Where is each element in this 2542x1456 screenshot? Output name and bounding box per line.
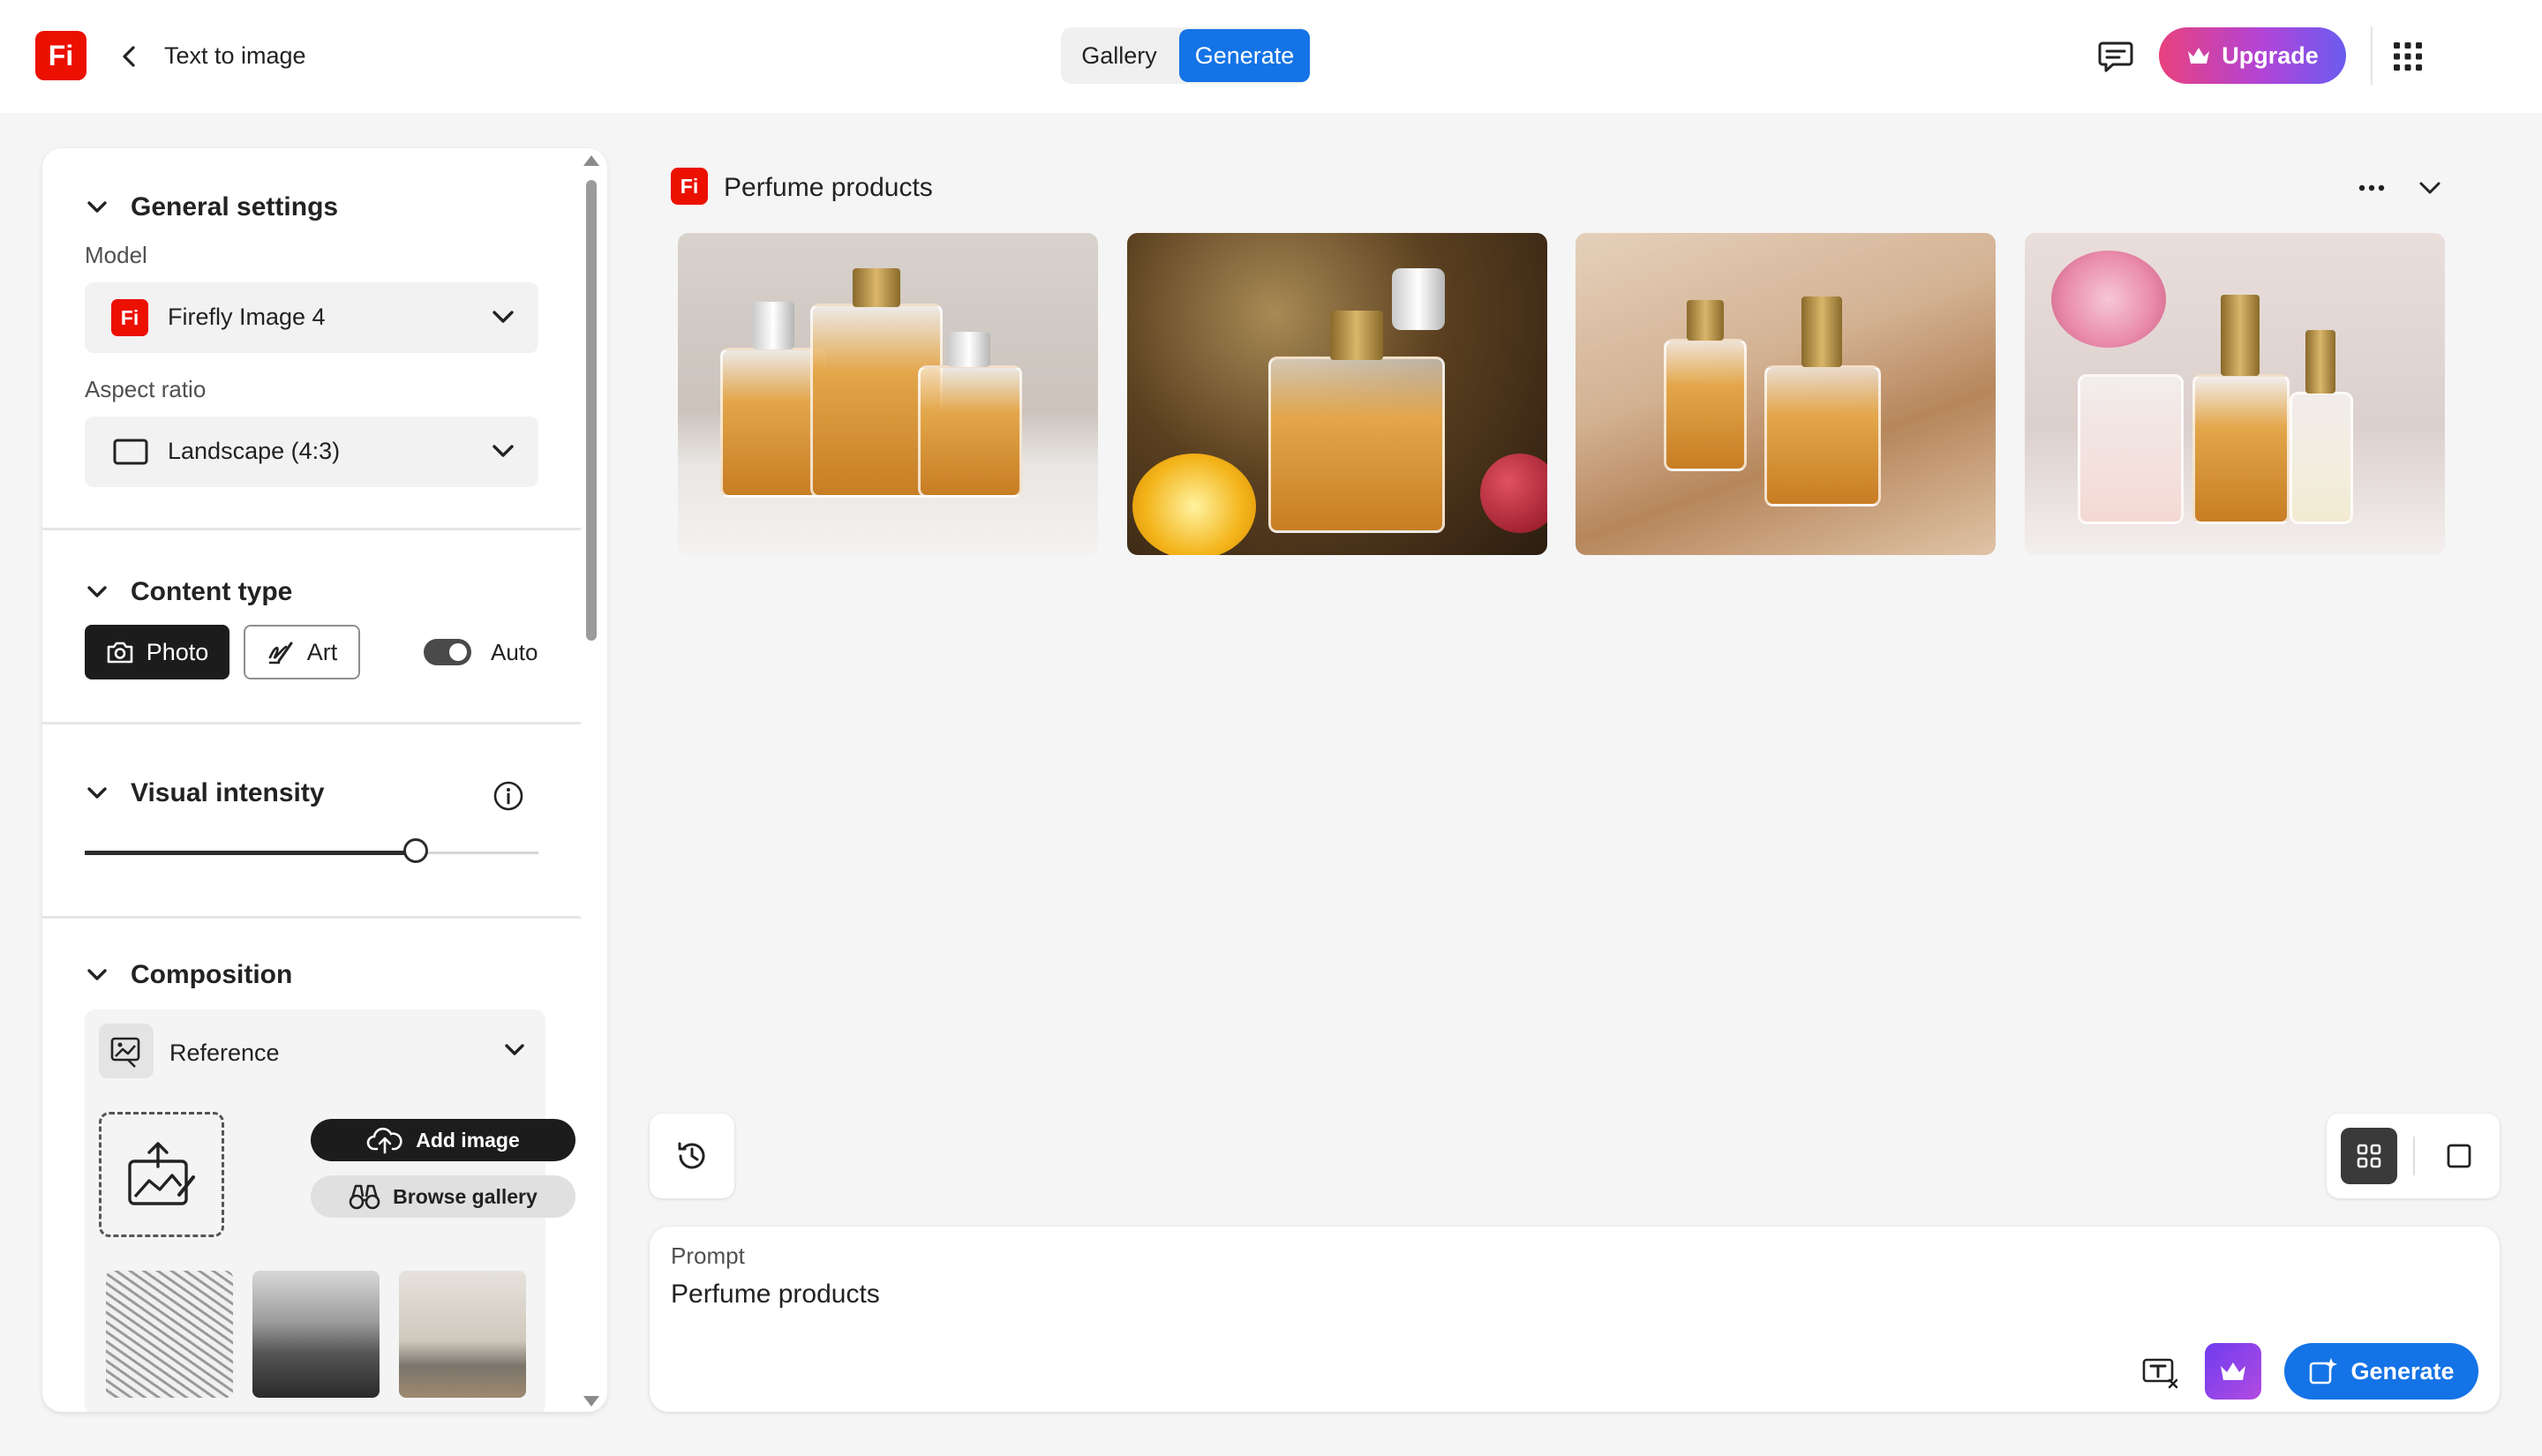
mode-toggle: Gallery Generate: [1061, 27, 1310, 84]
browse-gallery-button[interactable]: Browse gallery: [311, 1175, 575, 1218]
chevron-down-icon[interactable]: [503, 1039, 526, 1061]
top-bar: Fi Text to image Gallery Generate Upgrad…: [0, 0, 2542, 113]
premium-button[interactable]: [2205, 1343, 2261, 1400]
general-settings-header[interactable]: General settings: [86, 192, 338, 222]
aspect-ratio-dropdown[interactable]: Landscape (4:3): [85, 417, 538, 487]
aspect-ratio-label: Aspect ratio: [85, 376, 206, 403]
view-mode-toggle: [2327, 1114, 2500, 1198]
aspect-ratio-value: Landscape (4:3): [168, 438, 340, 465]
binoculars-icon: [349, 1182, 380, 1211]
section-divider: [42, 528, 581, 530]
prompt-label: Prompt: [671, 1242, 745, 1270]
generation-title: Perfume products: [724, 173, 933, 203]
model-label: Model: [85, 242, 147, 269]
upload-drop-zone[interactable]: [99, 1112, 224, 1237]
toggle-knob: [449, 643, 467, 661]
photo-button[interactable]: Photo: [85, 625, 229, 679]
scroll-down-arrow[interactable]: [583, 1396, 599, 1407]
chevron-down-icon: [491, 438, 515, 464]
add-image-button[interactable]: Add image: [311, 1119, 575, 1161]
settings-panel: General settings Model Fi Firefly Image …: [42, 148, 607, 1412]
history-button[interactable]: [650, 1114, 734, 1198]
more-icon[interactable]: [2357, 173, 2387, 203]
content-type-header[interactable]: Content type: [86, 577, 292, 607]
app-grid-icon: [2390, 39, 2425, 74]
back-button[interactable]: [111, 39, 147, 74]
auto-label: Auto: [491, 639, 538, 666]
visual-intensity-heading: Visual intensity: [131, 778, 325, 808]
generated-image[interactable]: [1576, 233, 1996, 555]
generated-image[interactable]: [1127, 233, 1547, 555]
aspect-landscape-icon: [113, 438, 148, 466]
camera-icon: [106, 640, 134, 664]
prompt-box[interactable]: Prompt Perfume products Generate: [650, 1227, 2500, 1412]
firefly-logo-small: Fi: [671, 168, 708, 205]
visual-intensity-slider[interactable]: [85, 852, 538, 854]
reference-image-icon: [109, 1033, 144, 1069]
auto-toggle-switch[interactable]: [424, 639, 471, 665]
section-divider: [42, 722, 581, 724]
generate-sparkle-icon: [2308, 1356, 2338, 1386]
slider-fill: [85, 851, 416, 855]
upgrade-button[interactable]: Upgrade: [2159, 27, 2346, 84]
feedback-button[interactable]: [2097, 39, 2134, 74]
photo-label: Photo: [147, 639, 209, 666]
section-divider: [42, 916, 581, 919]
chevron-left-icon: [119, 45, 139, 68]
page-title: Text to image: [164, 42, 306, 70]
content-type-heading: Content type: [131, 577, 292, 607]
chevron-down-icon: [86, 585, 108, 599]
add-image-label: Add image: [416, 1129, 520, 1152]
cloud-upload-icon: [366, 1126, 403, 1154]
chevron-down-icon[interactable]: [2417, 175, 2443, 201]
reference-thumbnail[interactable]: [252, 1271, 380, 1398]
app-switcher-button[interactable]: [2390, 39, 2425, 74]
prompt-input[interactable]: Perfume products: [671, 1280, 880, 1310]
generated-image[interactable]: [2025, 233, 2445, 555]
slider-handle[interactable]: [403, 838, 428, 863]
image-upload-icon: [124, 1140, 199, 1209]
upgrade-label: Upgrade: [2222, 42, 2319, 70]
feedback-icon: [2097, 39, 2134, 74]
single-view-button[interactable]: [2431, 1128, 2487, 1184]
chevron-down-icon: [86, 968, 108, 982]
history-icon: [674, 1138, 710, 1174]
generated-image[interactable]: [678, 233, 1098, 555]
firefly-logo[interactable]: Fi: [35, 31, 86, 80]
composition-reference-box: Reference Add image Browse gallery: [85, 1009, 545, 1412]
general-settings-heading: General settings: [131, 192, 338, 222]
art-brush-icon: [267, 638, 295, 666]
art-label: Art: [307, 639, 338, 666]
scrollbar-thumb[interactable]: [586, 180, 597, 641]
model-value: Firefly Image 4: [168, 304, 326, 331]
grid-view-icon: [2355, 1142, 2383, 1170]
text-transform-icon[interactable]: [2141, 1355, 2180, 1391]
grid-view-button[interactable]: [2341, 1128, 2397, 1184]
composition-header[interactable]: Composition: [86, 960, 292, 990]
generate-button[interactable]: Generate: [2284, 1343, 2478, 1400]
visual-intensity-header[interactable]: Visual intensity: [86, 778, 325, 808]
reference-icon-box: [99, 1024, 154, 1078]
browse-gallery-label: Browse gallery: [393, 1185, 538, 1209]
art-button[interactable]: Art: [244, 625, 360, 679]
chevron-down-icon: [86, 786, 108, 800]
header-divider: [2371, 26, 2373, 85]
generate-label: Generate: [2350, 1358, 2454, 1385]
reference-label[interactable]: Reference: [169, 1039, 280, 1067]
tab-gallery[interactable]: Gallery: [1061, 27, 1177, 84]
info-icon[interactable]: [493, 780, 524, 812]
chevron-down-icon: [491, 304, 515, 330]
tab-generate[interactable]: Generate: [1179, 29, 1310, 82]
view-toggle-divider: [2413, 1137, 2415, 1175]
reference-thumbnail[interactable]: [106, 1271, 233, 1398]
chevron-down-icon: [86, 200, 108, 214]
crown-icon: [2218, 1359, 2248, 1384]
composition-heading: Composition: [131, 960, 292, 990]
scroll-up-arrow[interactable]: [583, 155, 599, 166]
crown-icon: [2186, 45, 2211, 66]
model-dropdown[interactable]: Fi Firefly Image 4: [85, 282, 538, 353]
single-view-icon: [2445, 1142, 2473, 1170]
reference-thumbnail[interactable]: [399, 1271, 526, 1398]
firefly-model-icon: Fi: [111, 299, 148, 336]
